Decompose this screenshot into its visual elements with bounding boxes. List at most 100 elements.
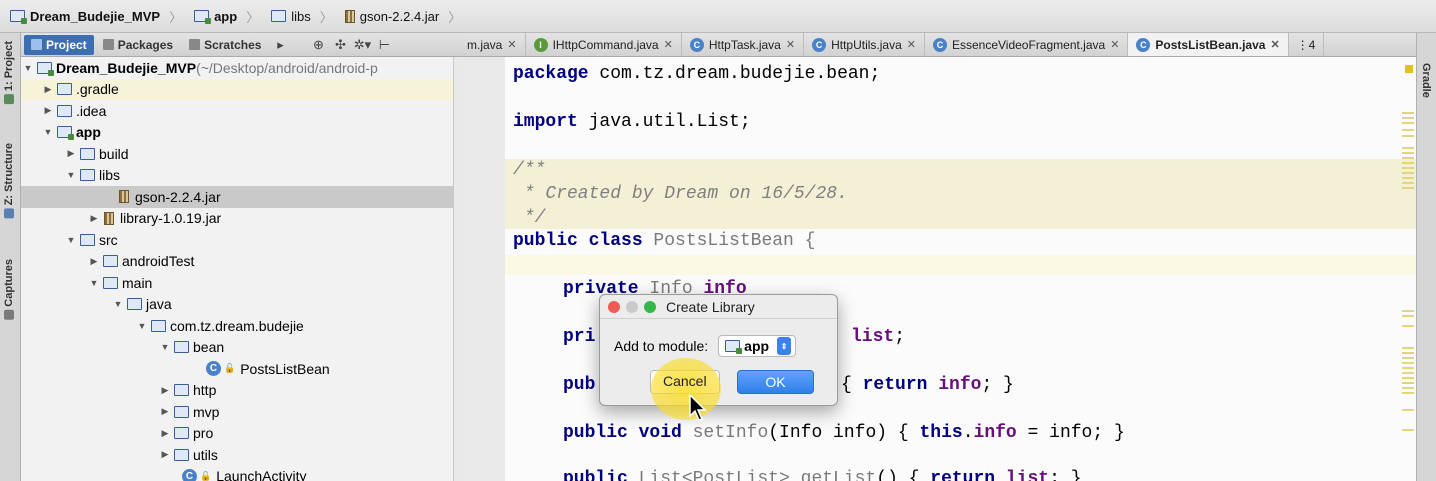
tree-item-mvp[interactable]: ▶ mvp — [21, 401, 453, 423]
tree-item-androidtest[interactable]: ▶ androidTest — [21, 251, 453, 273]
tree-item-main[interactable]: ▼ main — [21, 272, 453, 294]
code-line: pub — [563, 375, 595, 395]
collapsed-arrow-icon[interactable]: ▶ — [158, 385, 172, 396]
breadcrumb-label: libs — [291, 8, 311, 24]
zoom-window-icon[interactable] — [644, 300, 656, 313]
folder-icon — [57, 104, 72, 117]
tab-ihttpcommand[interactable]: I IHttpCommand.java ✕ — [526, 33, 682, 56]
expanded-arrow-icon[interactable]: ▼ — [87, 278, 101, 288]
collapsed-arrow-icon[interactable]: ▶ — [41, 84, 55, 95]
code-keyword: package — [513, 64, 589, 84]
folder-icon — [80, 169, 95, 182]
tree-item-project-root[interactable]: ▼ Dream_Budejie_MVP (~/Desktop/android/a… — [21, 57, 453, 79]
tree-item-label: bean — [193, 339, 225, 356]
breadcrumb-item-project[interactable]: Dream_Budejie_MVP 〉 — [8, 4, 188, 28]
code-text: () { — [876, 469, 931, 481]
collapsed-arrow-icon[interactable]: ▶ — [158, 428, 172, 439]
error-stripe[interactable] — [1402, 57, 1416, 481]
code-comment: * Created by Dream on 16/5/28. — [513, 184, 848, 204]
collapse-icon[interactable]: ✣ — [330, 37, 350, 53]
tab-postslistbean[interactable]: C PostsListBean.java ✕ — [1128, 33, 1289, 56]
tree-item-bean[interactable]: ▼ bean — [21, 337, 453, 359]
expanded-arrow-icon[interactable]: ▼ — [111, 299, 125, 309]
tab-httputils[interactable]: C HttpUtils.java ✕ — [804, 33, 925, 56]
collapsed-arrow-icon[interactable]: ▶ — [158, 406, 172, 417]
hide-icon[interactable]: ⊢ — [374, 37, 394, 53]
project-scrollbar[interactable] — [453, 57, 465, 481]
more-tabs-icon[interactable]: ▸ — [270, 37, 290, 53]
tree-item-package-root[interactable]: ▼ com.tz.dream.budejie — [21, 315, 453, 337]
close-icon[interactable]: ✕ — [1270, 38, 1279, 51]
class-icon: C — [689, 37, 704, 52]
close-icon[interactable]: ✕ — [507, 38, 516, 51]
tool-tab-gradle[interactable]: Gradle — [1420, 63, 1432, 98]
cancel-button-label: Cancel — [663, 373, 707, 389]
tab-essencevideofragment[interactable]: C EssenceVideoFragment.java ✕ — [925, 33, 1129, 56]
code-editor[interactable]: package com.tz.dream.budejie.bean; impor… — [505, 57, 1416, 481]
tab-label: HttpUtils.java — [831, 37, 902, 52]
breadcrumb-label: app — [214, 8, 238, 24]
expanded-arrow-icon[interactable]: ▼ — [21, 63, 35, 73]
module-folder-icon — [37, 61, 54, 76]
collapsed-arrow-icon[interactable]: ▶ — [64, 148, 78, 159]
tree-item-label: http — [193, 382, 217, 399]
tree-item-src[interactable]: ▼ src — [21, 229, 453, 251]
close-icon[interactable]: ✕ — [786, 38, 795, 51]
module-row: Add to module: app ⇕ — [614, 335, 797, 357]
close-icon[interactable]: ✕ — [1110, 38, 1119, 51]
breadcrumb-item-jar[interactable]: gson-2.2.4.jar 〉 — [343, 4, 468, 28]
folder-icon — [103, 276, 118, 289]
tree-item-postslistbean[interactable]: C 🔓 PostsListBean — [21, 358, 453, 380]
tree-item-library-jar[interactable]: ▶ library-1.0.19.jar — [21, 208, 453, 230]
tree-item-libs[interactable]: ▼ libs — [21, 165, 453, 187]
tree-item-idea[interactable]: ▶ .idea — [21, 100, 453, 122]
editor-gutter: − + + — [465, 57, 514, 481]
expanded-arrow-icon[interactable]: ▼ — [64, 170, 78, 180]
tab-httptask[interactable]: C HttpTask.java ✕ — [682, 33, 805, 56]
breadcrumb-label: Dream_Budejie_MVP — [30, 8, 161, 24]
expanded-arrow-icon[interactable]: ▼ — [64, 235, 78, 245]
code-comment: */ — [513, 208, 546, 228]
tree-item-build[interactable]: ▶ build — [21, 143, 453, 165]
tree-item-pro[interactable]: ▶ pro — [21, 423, 453, 445]
tree-item-http[interactable]: ▶ http — [21, 380, 453, 402]
collapsed-arrow-icon[interactable]: ▶ — [41, 105, 55, 116]
code-keyword: pub — [563, 375, 596, 395]
collapsed-arrow-icon[interactable]: ▶ — [87, 256, 101, 267]
select-arrows-icon[interactable]: ⇕ — [777, 337, 792, 355]
close-icon[interactable]: ✕ — [907, 38, 916, 51]
tree-item-launchactivity[interactable]: C 🔓 LaunchActivity — [21, 466, 453, 481]
package-icon — [174, 427, 189, 440]
tab-overflow[interactable]: ⋮4 — [1289, 33, 1325, 56]
tab-m-java[interactable]: m.java ✕ — [465, 33, 526, 56]
tree-item-gradle[interactable]: ▶ .gradle — [21, 78, 453, 100]
collapsed-arrow-icon[interactable]: ▶ — [87, 213, 101, 224]
caret-line-highlight — [505, 255, 1416, 275]
tree-item-utils[interactable]: ▶ utils — [21, 444, 453, 466]
tree-item-java[interactable]: ▼ java — [21, 294, 453, 316]
tab-scratches[interactable]: Scratches — [182, 35, 268, 55]
gear-icon[interactable]: ✲▾ — [352, 37, 372, 53]
tool-tab-project[interactable]: 1: Project — [3, 41, 15, 105]
tree-item-app[interactable]: ▼ app — [21, 122, 453, 144]
tree-item-gson-jar[interactable]: gson-2.2.4.jar — [21, 186, 453, 208]
module-select[interactable]: app ⇕ — [718, 335, 797, 357]
locate-icon[interactable]: ⊕ — [308, 37, 328, 53]
breadcrumb-item-app[interactable]: app 〉 — [192, 4, 265, 28]
collapsed-arrow-icon[interactable]: ▶ — [158, 449, 172, 460]
expanded-arrow-icon[interactable]: ▼ — [135, 321, 149, 331]
expanded-arrow-icon[interactable]: ▼ — [158, 342, 172, 352]
tool-tab-structure[interactable]: Z: Structure — [3, 143, 15, 219]
tool-tab-captures[interactable]: Captures — [3, 259, 15, 320]
tab-project[interactable]: Project — [24, 34, 94, 55]
expanded-arrow-icon[interactable]: ▼ — [41, 127, 55, 137]
close-icon[interactable]: ✕ — [664, 38, 673, 51]
minimize-window-icon[interactable] — [626, 300, 638, 313]
ok-button[interactable]: OK — [737, 370, 814, 394]
tree-item-label: app — [76, 124, 101, 141]
close-window-icon[interactable] — [608, 300, 620, 313]
breadcrumb: Dream_Budejie_MVP 〉 app 〉 libs 〉 gson-2.2.4… — [0, 0, 1436, 33]
warning-marker[interactable] — [1405, 65, 1413, 73]
tab-packages[interactable]: Packages — [96, 35, 180, 55]
breadcrumb-item-libs[interactable]: libs 〉 — [269, 4, 339, 28]
